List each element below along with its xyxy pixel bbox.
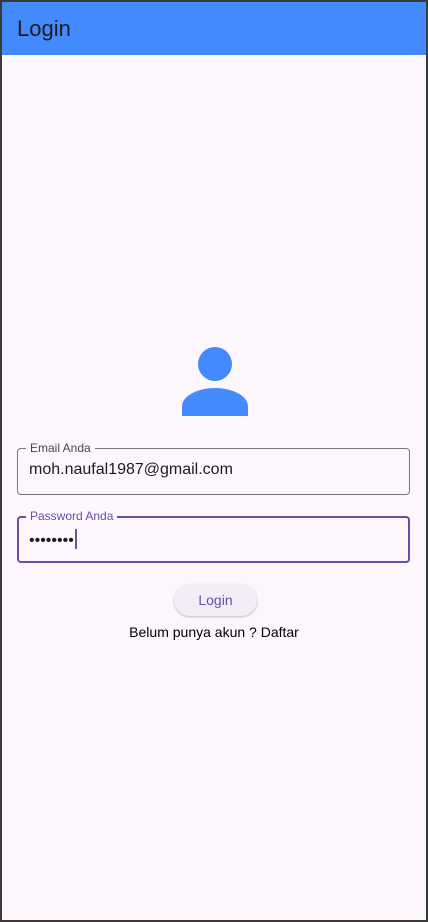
app-bar: Login bbox=[2, 2, 426, 55]
password-field-label: Password Anda bbox=[26, 509, 118, 523]
login-button[interactable]: Login bbox=[174, 584, 257, 616]
password-masked-text: •••••••• bbox=[29, 532, 74, 549]
email-field-value[interactable]: moh.naufal1987@gmail.com bbox=[29, 461, 233, 479]
person-icon bbox=[179, 346, 251, 416]
email-field-label: Email Anda bbox=[26, 441, 95, 455]
email-field[interactable]: Email Anda moh.naufal1987@gmail.com bbox=[17, 441, 410, 495]
register-link[interactable]: Daftar bbox=[261, 624, 299, 640]
password-field[interactable]: Password Anda •••••••• bbox=[17, 509, 410, 563]
text-cursor bbox=[74, 529, 77, 549]
register-prompt-text: Belum punya akun ? bbox=[129, 624, 257, 640]
app-screen: Login Email Anda moh.naufal1987@gmail.co… bbox=[0, 0, 428, 922]
password-field-value[interactable]: •••••••• bbox=[29, 529, 77, 550]
register-prompt: Belum punya akun ? Daftar bbox=[2, 624, 426, 640]
page-title: Login bbox=[17, 15, 71, 41]
